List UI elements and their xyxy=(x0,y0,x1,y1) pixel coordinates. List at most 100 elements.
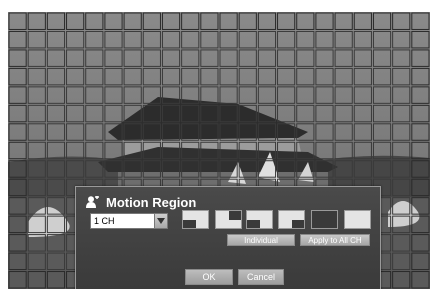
motion-grid-cell[interactable] xyxy=(200,104,219,123)
motion-grid-cell[interactable] xyxy=(142,49,161,67)
motion-grid-cell[interactable] xyxy=(161,123,181,141)
motion-grid-cell[interactable] xyxy=(392,252,411,271)
motion-grid-cell[interactable] xyxy=(315,86,334,104)
motion-grid-cell[interactable] xyxy=(411,30,430,49)
motion-grid-cell[interactable] xyxy=(200,12,219,30)
motion-grid-cell[interactable] xyxy=(200,67,219,86)
motion-grid-cell[interactable] xyxy=(315,30,334,49)
motion-grid-cell[interactable] xyxy=(315,141,334,160)
motion-grid-cell[interactable] xyxy=(142,30,161,49)
motion-grid-cell[interactable] xyxy=(8,234,27,252)
motion-grid-cell[interactable] xyxy=(372,67,392,86)
motion-grid-cell[interactable] xyxy=(181,30,200,49)
motion-grid-cell[interactable] xyxy=(200,86,219,104)
motion-grid-cell[interactable] xyxy=(46,271,66,289)
motion-grid-cell[interactable] xyxy=(8,271,27,289)
motion-grid-cell[interactable] xyxy=(411,160,430,178)
motion-grid-cell[interactable] xyxy=(46,178,66,197)
motion-grid-cell[interactable] xyxy=(123,160,142,178)
motion-grid-cell[interactable] xyxy=(353,86,372,104)
motion-grid-cell[interactable] xyxy=(123,12,142,30)
motion-grid-cell[interactable] xyxy=(161,12,181,30)
motion-grid-cell[interactable] xyxy=(181,141,200,160)
motion-grid-cell[interactable] xyxy=(219,123,238,141)
motion-grid-cell[interactable] xyxy=(123,104,142,123)
motion-grid-cell[interactable] xyxy=(200,49,219,67)
motion-grid-cell[interactable] xyxy=(257,86,277,104)
ok-button[interactable]: OK xyxy=(185,269,233,285)
motion-grid-cell[interactable] xyxy=(372,86,392,104)
motion-grid-cell[interactable] xyxy=(181,104,200,123)
motion-grid-cell[interactable] xyxy=(142,67,161,86)
motion-grid-cell[interactable] xyxy=(161,67,181,86)
motion-grid-cell[interactable] xyxy=(181,123,200,141)
motion-grid-cell[interactable] xyxy=(46,141,66,160)
motion-grid-cell[interactable] xyxy=(257,141,277,160)
motion-grid-cell[interactable] xyxy=(257,104,277,123)
motion-grid-cell[interactable] xyxy=(315,104,334,123)
motion-grid-cell[interactable] xyxy=(104,160,123,178)
motion-grid-cell[interactable] xyxy=(411,178,430,197)
motion-grid-cell[interactable] xyxy=(27,271,46,289)
motion-grid-cell[interactable] xyxy=(392,197,411,215)
region-bottom-left-button[interactable] xyxy=(182,210,209,229)
motion-grid-cell[interactable] xyxy=(372,160,392,178)
motion-grid-cell[interactable] xyxy=(46,49,66,67)
motion-grid-cell[interactable] xyxy=(85,67,104,86)
motion-grid-cell[interactable] xyxy=(142,12,161,30)
motion-grid-cell[interactable] xyxy=(181,49,200,67)
channel-select[interactable]: 1 CH xyxy=(90,213,168,229)
motion-grid-cell[interactable] xyxy=(46,215,66,234)
motion-grid-cell[interactable] xyxy=(353,160,372,178)
motion-grid-cell[interactable] xyxy=(104,12,123,30)
motion-grid-cell[interactable] xyxy=(219,160,238,178)
motion-grid-cell[interactable] xyxy=(392,234,411,252)
motion-grid-cell[interactable] xyxy=(257,30,277,49)
motion-grid-cell[interactable] xyxy=(257,67,277,86)
motion-grid-cell[interactable] xyxy=(27,160,46,178)
motion-grid-cell[interactable] xyxy=(353,123,372,141)
motion-grid-cell[interactable] xyxy=(8,123,27,141)
motion-grid-cell[interactable] xyxy=(181,67,200,86)
motion-grid-cell[interactable] xyxy=(372,12,392,30)
motion-grid-cell[interactable] xyxy=(277,86,296,104)
motion-grid-cell[interactable] xyxy=(123,123,142,141)
motion-grid-cell[interactable] xyxy=(27,141,46,160)
motion-grid-cell[interactable] xyxy=(66,160,85,178)
motion-grid-cell[interactable] xyxy=(296,86,315,104)
motion-grid-cell[interactable] xyxy=(219,67,238,86)
motion-grid-cell[interactable] xyxy=(411,141,430,160)
apply-to-all-ch-button[interactable]: Apply to All CH xyxy=(300,234,370,246)
motion-grid-cell[interactable] xyxy=(334,30,353,49)
motion-grid-cell[interactable] xyxy=(181,160,200,178)
motion-grid-cell[interactable] xyxy=(200,141,219,160)
motion-grid-cell[interactable] xyxy=(66,123,85,141)
motion-grid-cell[interactable] xyxy=(161,160,181,178)
motion-grid-cell[interactable] xyxy=(334,86,353,104)
motion-grid-cell[interactable] xyxy=(238,141,257,160)
motion-grid-cell[interactable] xyxy=(8,215,27,234)
motion-grid-cell[interactable] xyxy=(27,178,46,197)
motion-grid-cell[interactable] xyxy=(257,160,277,178)
motion-grid-cell[interactable] xyxy=(334,123,353,141)
motion-grid-cell[interactable] xyxy=(238,49,257,67)
motion-grid-cell[interactable] xyxy=(353,30,372,49)
motion-grid-cell[interactable] xyxy=(238,160,257,178)
motion-grid-cell[interactable] xyxy=(46,234,66,252)
motion-grid-cell[interactable] xyxy=(334,141,353,160)
motion-grid-cell[interactable] xyxy=(411,67,430,86)
motion-grid-cell[interactable] xyxy=(296,160,315,178)
motion-grid-cell[interactable] xyxy=(411,86,430,104)
motion-grid-cell[interactable] xyxy=(372,104,392,123)
motion-grid-cell[interactable] xyxy=(353,12,372,30)
motion-grid-cell[interactable] xyxy=(8,160,27,178)
motion-grid-cell[interactable] xyxy=(257,49,277,67)
motion-grid-cell[interactable] xyxy=(296,123,315,141)
motion-grid-cell[interactable] xyxy=(27,67,46,86)
motion-grid-cell[interactable] xyxy=(296,30,315,49)
motion-grid-cell[interactable] xyxy=(238,86,257,104)
motion-grid-cell[interactable] xyxy=(353,49,372,67)
motion-grid-cell[interactable] xyxy=(257,12,277,30)
motion-grid-cell[interactable] xyxy=(104,104,123,123)
motion-grid-cell[interactable] xyxy=(392,104,411,123)
